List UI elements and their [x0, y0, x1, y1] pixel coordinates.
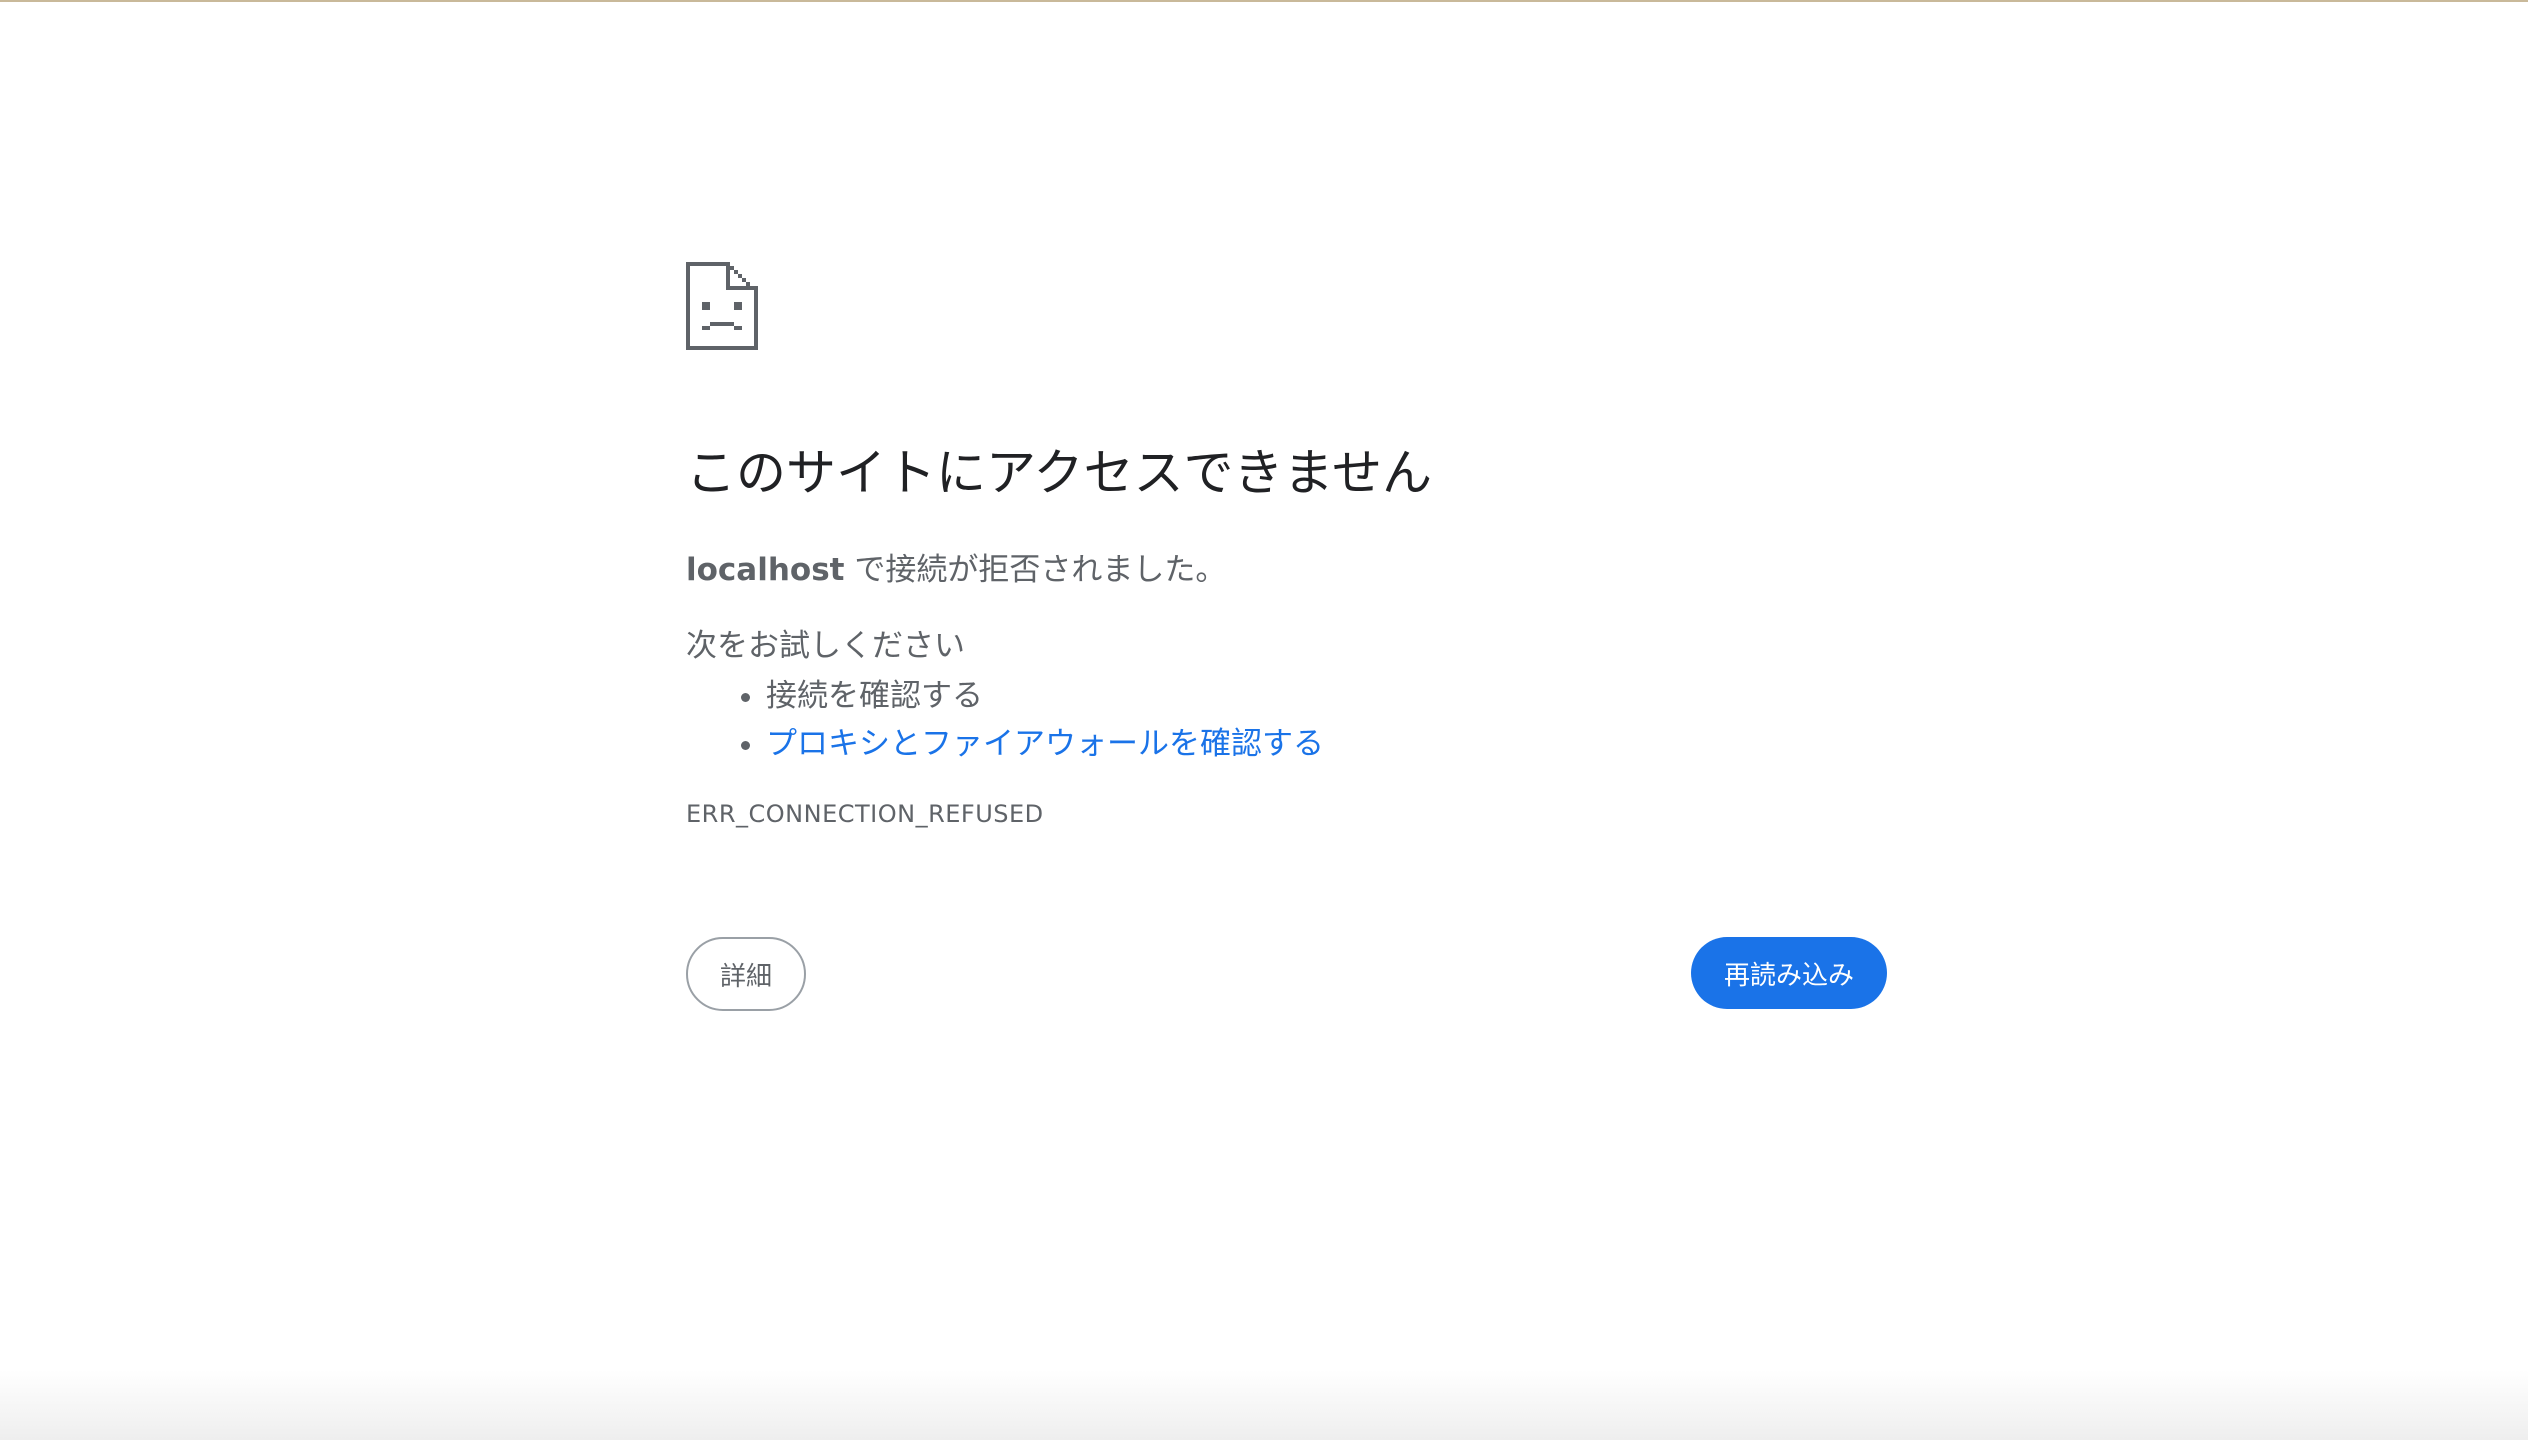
- suggestion-item: 接続を確認する: [766, 672, 1886, 720]
- sad-document-icon: [686, 262, 758, 350]
- details-button[interactable]: 詳細: [686, 937, 806, 1011]
- suggestions-title: 次をお試しください: [686, 628, 965, 664]
- host-message: で接続が拒否されました。: [844, 552, 1227, 588]
- suggestion-item: プロキシとファイアウォールを確認する: [766, 720, 1886, 768]
- error-content: このサイトにアクセスできません localhost で接続が拒否されました。 次…: [686, 262, 1886, 832]
- suggestion-check-proxy-firewall-link[interactable]: プロキシとファイアウォールを確認する: [766, 726, 1324, 762]
- error-code: ERR_CONNECTION_REFUSED: [686, 800, 1044, 828]
- bottom-fade: [0, 1370, 2528, 1440]
- error-description: localhost で接続が拒否されました。: [686, 548, 1886, 592]
- suggestion-check-connection: 接続を確認する: [766, 678, 983, 714]
- suggestions-list: 接続を確認する プロキシとファイアウォールを確認する: [686, 672, 1886, 768]
- top-accent-line: [0, 0, 2528, 2]
- host-name: localhost: [686, 552, 845, 588]
- error-headline: このサイトにアクセスできません: [686, 444, 1432, 502]
- reload-button[interactable]: 再読み込み: [1691, 937, 1887, 1009]
